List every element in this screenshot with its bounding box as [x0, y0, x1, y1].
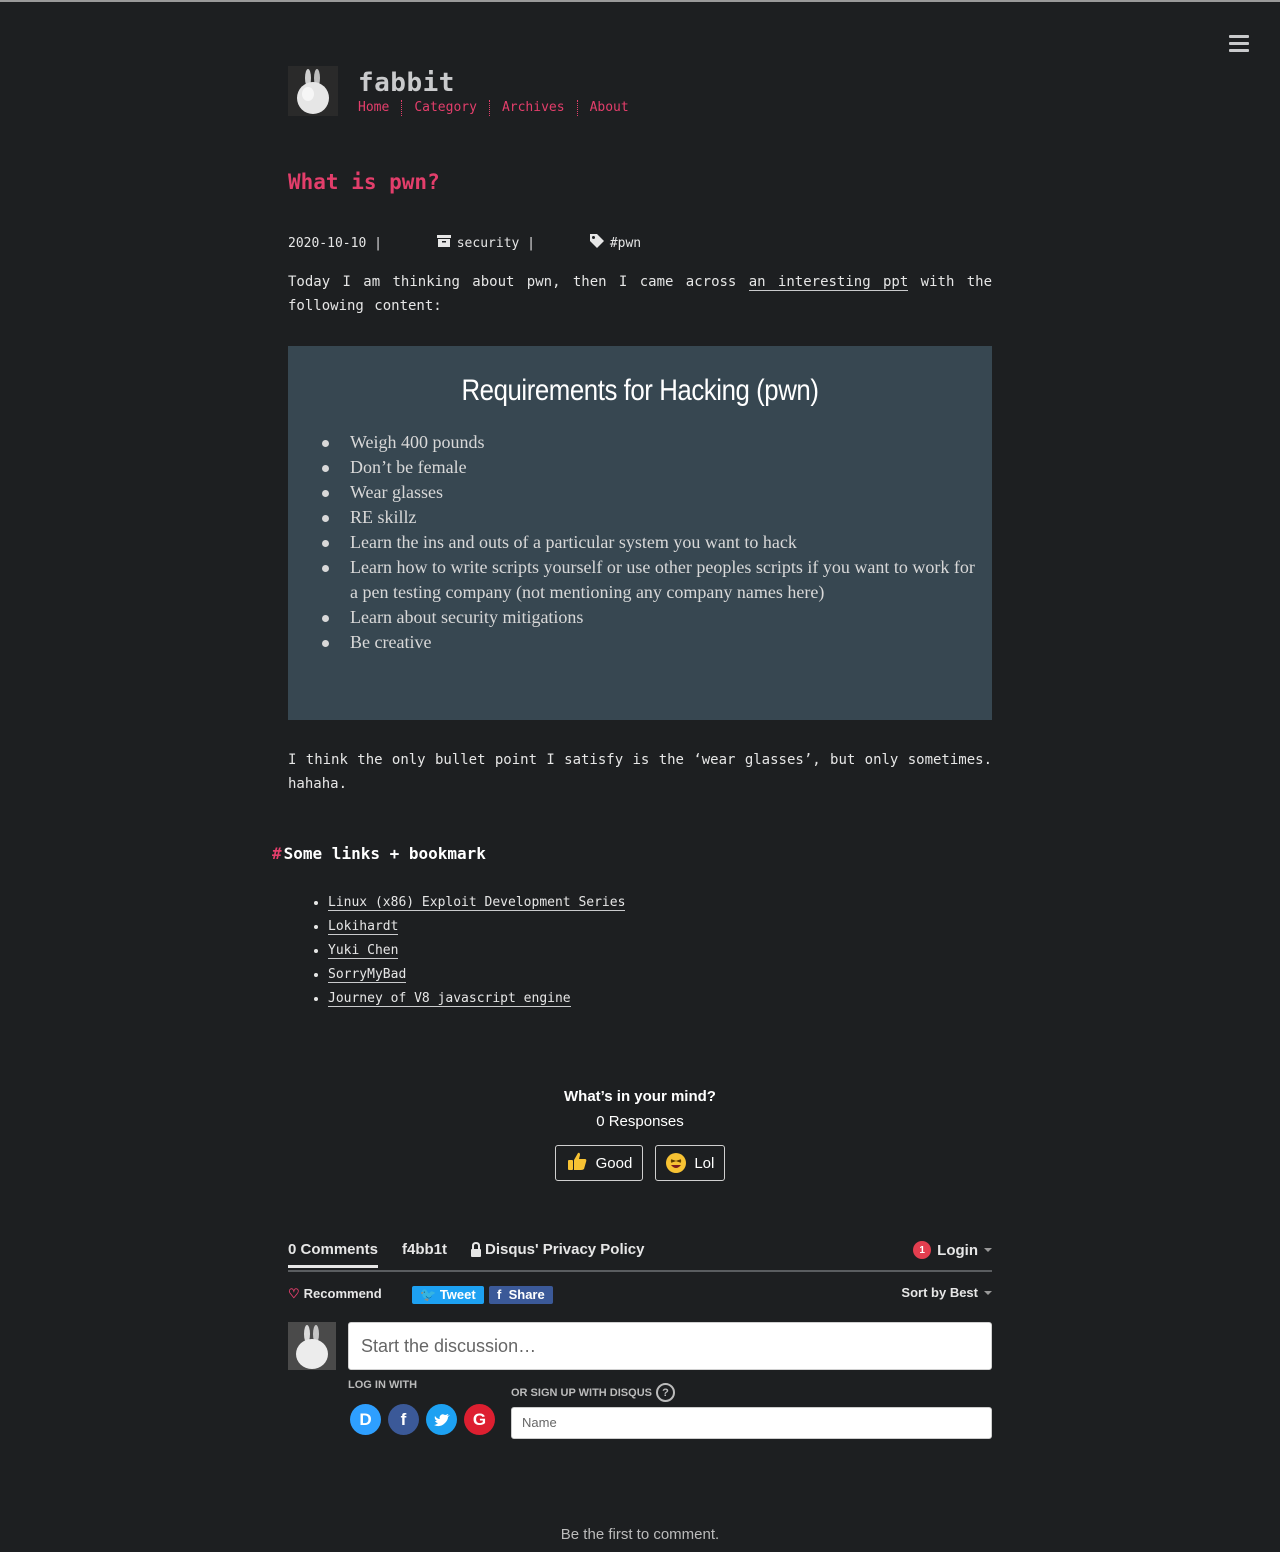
bookmark-link[interactable]: SorryMyBad	[328, 967, 407, 983]
good-label: Good	[595, 1154, 633, 1172]
heart-icon: ♡	[288, 1286, 300, 1301]
slide-item: Don’t be female	[322, 455, 980, 480]
nav-category[interactable]: Category	[414, 100, 490, 116]
meta-separator: |	[366, 235, 390, 251]
site-nav: Home Category Archives About	[358, 100, 653, 116]
facebook-share-button[interactable]: f Share	[489, 1286, 553, 1304]
bookmark-link[interactable]: Yuki Chen	[328, 943, 399, 959]
recommend-button[interactable]: ♡ Recommend	[288, 1286, 382, 1302]
intro-text: Today I am thinking about pwn, then I ca…	[288, 274, 749, 290]
nav-home[interactable]: Home	[358, 100, 403, 116]
bookmark-list: Linux (x86) Exploit Development Series L…	[312, 891, 626, 1011]
twitter-icon: 🐦	[420, 1287, 437, 1302]
reactions-panel: What’s in your mind? 0 Responses Good Lo…	[288, 1088, 992, 1181]
lock-icon	[471, 1242, 481, 1257]
ppt-link[interactable]: an interesting ppt	[748, 274, 909, 291]
archive-box-icon	[390, 220, 451, 266]
bookmark-link[interactable]: Linux (x86) Exploit Development Series	[328, 895, 626, 911]
tab-community[interactable]: f4bb1t	[402, 1241, 447, 1258]
tweet-label: Tweet	[439, 1287, 476, 1302]
empty-comments-message: Be the first to comment.	[560, 1526, 720, 1543]
section-heading-text: Some links + bookmark	[283, 844, 486, 863]
disqus-thread: 0 Comments f4bb1t Disqus' Privacy Policy…	[288, 1238, 992, 1439]
help-icon[interactable]: ?	[655, 1383, 675, 1402]
social-login: D f G	[350, 1404, 495, 1435]
post-tag[interactable]: #pwn	[610, 236, 641, 251]
or-sign-up-text: OR SIGN UP WITH DISQUS	[511, 1386, 652, 1399]
google-login-icon[interactable]: G	[464, 1404, 495, 1435]
privacy-label: Disqus' Privacy Policy	[485, 1241, 645, 1258]
name-field[interactable]: Name	[511, 1407, 992, 1439]
tweet-button[interactable]: 🐦 Tweet	[412, 1286, 484, 1304]
bookmark-link[interactable]: Journey of V8 javascript engine	[328, 991, 571, 1007]
login-label: Login	[937, 1241, 978, 1259]
share-label: Share	[508, 1287, 545, 1302]
facebook-icon: f	[497, 1287, 502, 1302]
reactions-question: What’s in your mind?	[564, 1088, 716, 1105]
log-in-with-label: LOG IN WITH	[348, 1379, 418, 1391]
slide-item: Learn about security mitigations	[322, 605, 980, 630]
or-sign-up-label: OR SIGN UP WITH DISQUS?	[511, 1383, 675, 1402]
thumbs-up-icon	[566, 1150, 588, 1176]
nav-about[interactable]: About	[590, 100, 641, 116]
good-reaction-button[interactable]: Good	[554, 1145, 644, 1181]
responses-count: 0 Responses	[596, 1113, 684, 1130]
bookmark-link[interactable]: Lokihardt	[328, 919, 399, 935]
tag-icon	[543, 219, 604, 267]
recommend-label: Recommend	[303, 1286, 382, 1301]
disqus-actions: ♡ Recommend 🐦 Tweet f Share Sort by Best	[288, 1282, 992, 1318]
list-item: Yuki Chen	[328, 939, 625, 963]
avatar	[288, 1322, 336, 1370]
slide-item: Wear glasses	[322, 480, 980, 505]
laughing-face-icon	[666, 1153, 687, 1173]
slide-item: Weigh 400 pounds	[322, 430, 980, 455]
post-title: What is pwn?	[288, 170, 440, 194]
site-header: fabbit Home Category Archives About	[288, 66, 992, 118]
post-date: 2020-10-10	[288, 235, 367, 251]
sort-label: Sort by Best	[901, 1285, 978, 1300]
hamburger-menu-icon[interactable]	[1229, 35, 1249, 53]
slide-item: RE skillz	[322, 505, 980, 530]
meta-separator: |	[519, 235, 543, 251]
twitter-login-icon[interactable]	[426, 1404, 457, 1435]
comment-input[interactable]: Start the discussion…	[348, 1322, 992, 1370]
facebook-login-icon[interactable]: f	[388, 1404, 419, 1435]
notification-badge: 1	[913, 1241, 932, 1259]
slide-title: Requirements for Hacking (pwn)	[461, 374, 819, 407]
outro-paragraph: I think the only bullet point I satisfy …	[288, 752, 992, 792]
anchor-hash-icon[interactable]: #	[272, 844, 282, 863]
slide-image: Requirements for Hacking (pwn) Weigh 400…	[288, 346, 992, 720]
post-meta: 2020-10-10 | security | #pwn	[288, 219, 641, 267]
slide-list: Weigh 400 pounds Don’t be female Wear gl…	[318, 430, 980, 655]
list-item: SorryMyBad	[328, 963, 625, 987]
section-heading: # Some links + bookmark	[272, 844, 486, 863]
intro-paragraph: Today I am thinking about pwn, then I ca…	[288, 270, 992, 318]
site-logo[interactable]	[288, 66, 338, 116]
list-item: Journey of V8 javascript engine	[328, 987, 625, 1011]
lol-reaction-button[interactable]: Lol	[655, 1145, 726, 1181]
post-category[interactable]: security	[457, 236, 520, 251]
chevron-down-icon	[984, 1248, 992, 1252]
disqus-tabs: 0 Comments f4bb1t Disqus' Privacy Policy…	[288, 1238, 992, 1272]
sort-dropdown[interactable]: Sort by Best	[901, 1285, 992, 1300]
login-dropdown[interactable]: 1 Login	[913, 1241, 992, 1259]
list-item: Lokihardt	[328, 915, 625, 939]
nav-archives[interactable]: Archives	[502, 100, 578, 116]
tab-comments[interactable]: 0 Comments	[288, 1241, 379, 1268]
list-item: Linux (x86) Exploit Development Series	[328, 891, 626, 915]
slide-item: Learn how to write scripts yourself or u…	[322, 555, 980, 605]
disqus-login-icon[interactable]: D	[350, 1404, 381, 1435]
chevron-down-icon	[984, 1290, 992, 1295]
site-title[interactable]: fabbit	[358, 68, 455, 98]
slide-item: Learn the ins and outs of a particular s…	[322, 530, 980, 555]
privacy-policy-link[interactable]: Disqus' Privacy Policy	[470, 1241, 644, 1258]
lol-label: Lol	[694, 1154, 715, 1172]
slide-item: Be creative	[322, 630, 980, 655]
